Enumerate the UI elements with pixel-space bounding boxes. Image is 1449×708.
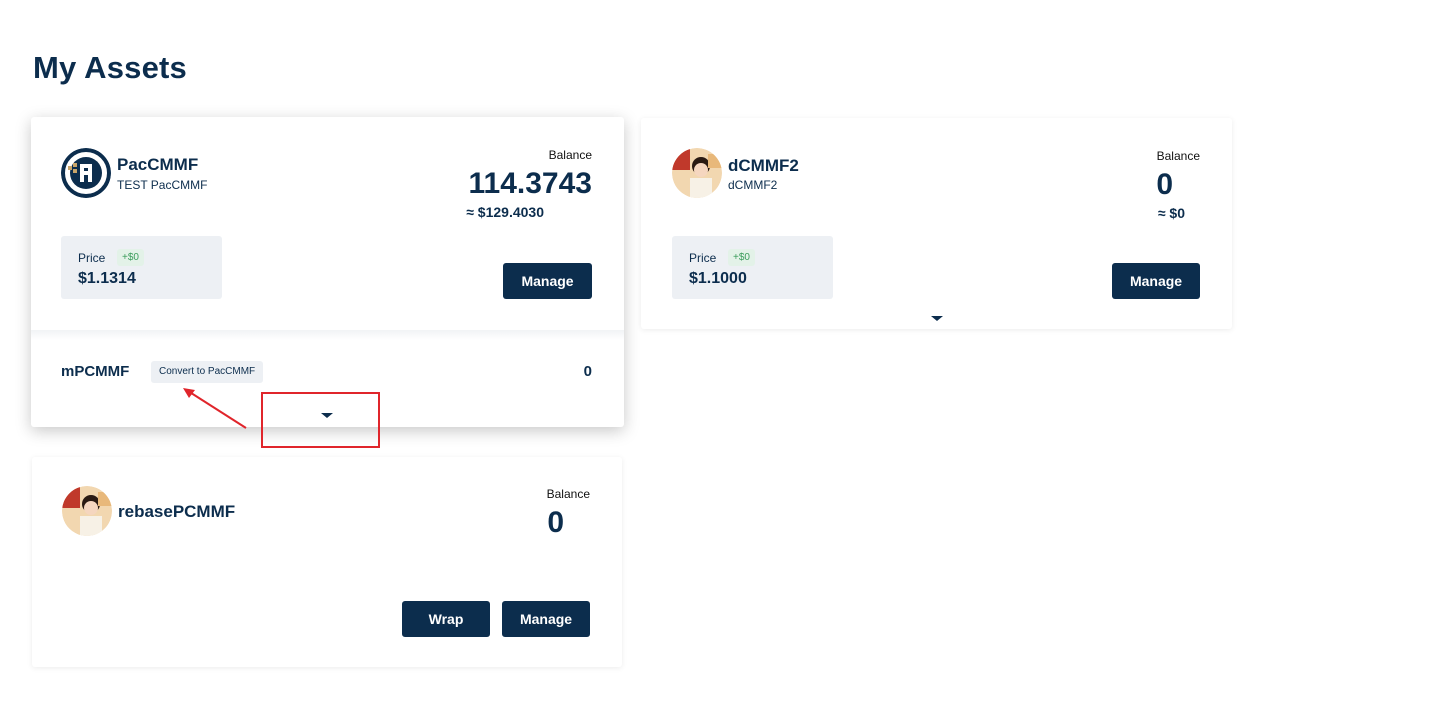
manage-button[interactable]: Manage — [1112, 263, 1200, 299]
asset-card-dcmmf2: dCMMF2 dCMMF2 Balance 0 ≈ $0 Price +$0 $… — [641, 118, 1232, 329]
token-avatar-icon — [672, 148, 722, 198]
token-subtitle: TEST PacCMMF — [117, 178, 208, 192]
sub-token-name: mPCMMF — [61, 363, 130, 380]
token-subtitle: dCMMF2 — [728, 178, 778, 192]
price-label: Price — [78, 251, 106, 265]
balance-value: 0 — [547, 506, 564, 539]
price-value: $1.1000 — [689, 270, 747, 287]
asset-card-paccmmf: PacCMMF TEST PacCMMF Balance 114.3743 ≈ … — [31, 117, 624, 427]
balance-label: Balance — [548, 148, 592, 162]
token-name: dCMMF2 — [728, 156, 799, 175]
token-name: rebasePCMMF — [118, 502, 236, 521]
sub-token-balance: 0 — [583, 363, 592, 380]
price-change-badge: +$0 — [728, 249, 755, 266]
annotation-highlight-box — [261, 392, 380, 448]
balance-usd: ≈ $129.4030 — [466, 204, 544, 220]
wrap-button[interactable]: Wrap — [402, 601, 490, 637]
convert-button[interactable]: Convert to PacCMMF — [151, 361, 264, 383]
balance-label: Balance — [546, 487, 590, 501]
card-divider — [31, 330, 624, 340]
price-box: Price +$0 $1.1000 — [672, 236, 833, 299]
balance-usd: ≈ $0 — [1157, 205, 1185, 221]
balance-label: Balance — [1156, 149, 1200, 163]
manage-button[interactable]: Manage — [503, 263, 592, 299]
token-avatar-icon — [62, 486, 112, 536]
paccmmf-logo-icon — [61, 148, 111, 198]
balance-value: 0 — [1156, 168, 1173, 201]
manage-button[interactable]: Manage — [502, 601, 590, 637]
page-title: My Assets — [33, 50, 187, 85]
price-label: Price — [689, 251, 717, 265]
price-value: $1.1314 — [78, 270, 136, 287]
token-name: PacCMMF — [117, 155, 199, 174]
balance-value: 114.3743 — [468, 167, 592, 200]
price-change-badge: +$0 — [117, 249, 144, 266]
annotation-arrow-icon — [183, 388, 247, 429]
price-box: Price +$0 $1.1314 — [61, 236, 222, 299]
expand-chevron-icon[interactable] — [931, 316, 943, 321]
asset-card-rebasepcmmf: rebasePCMMF Balance 0 Wrap Manage — [32, 457, 622, 667]
